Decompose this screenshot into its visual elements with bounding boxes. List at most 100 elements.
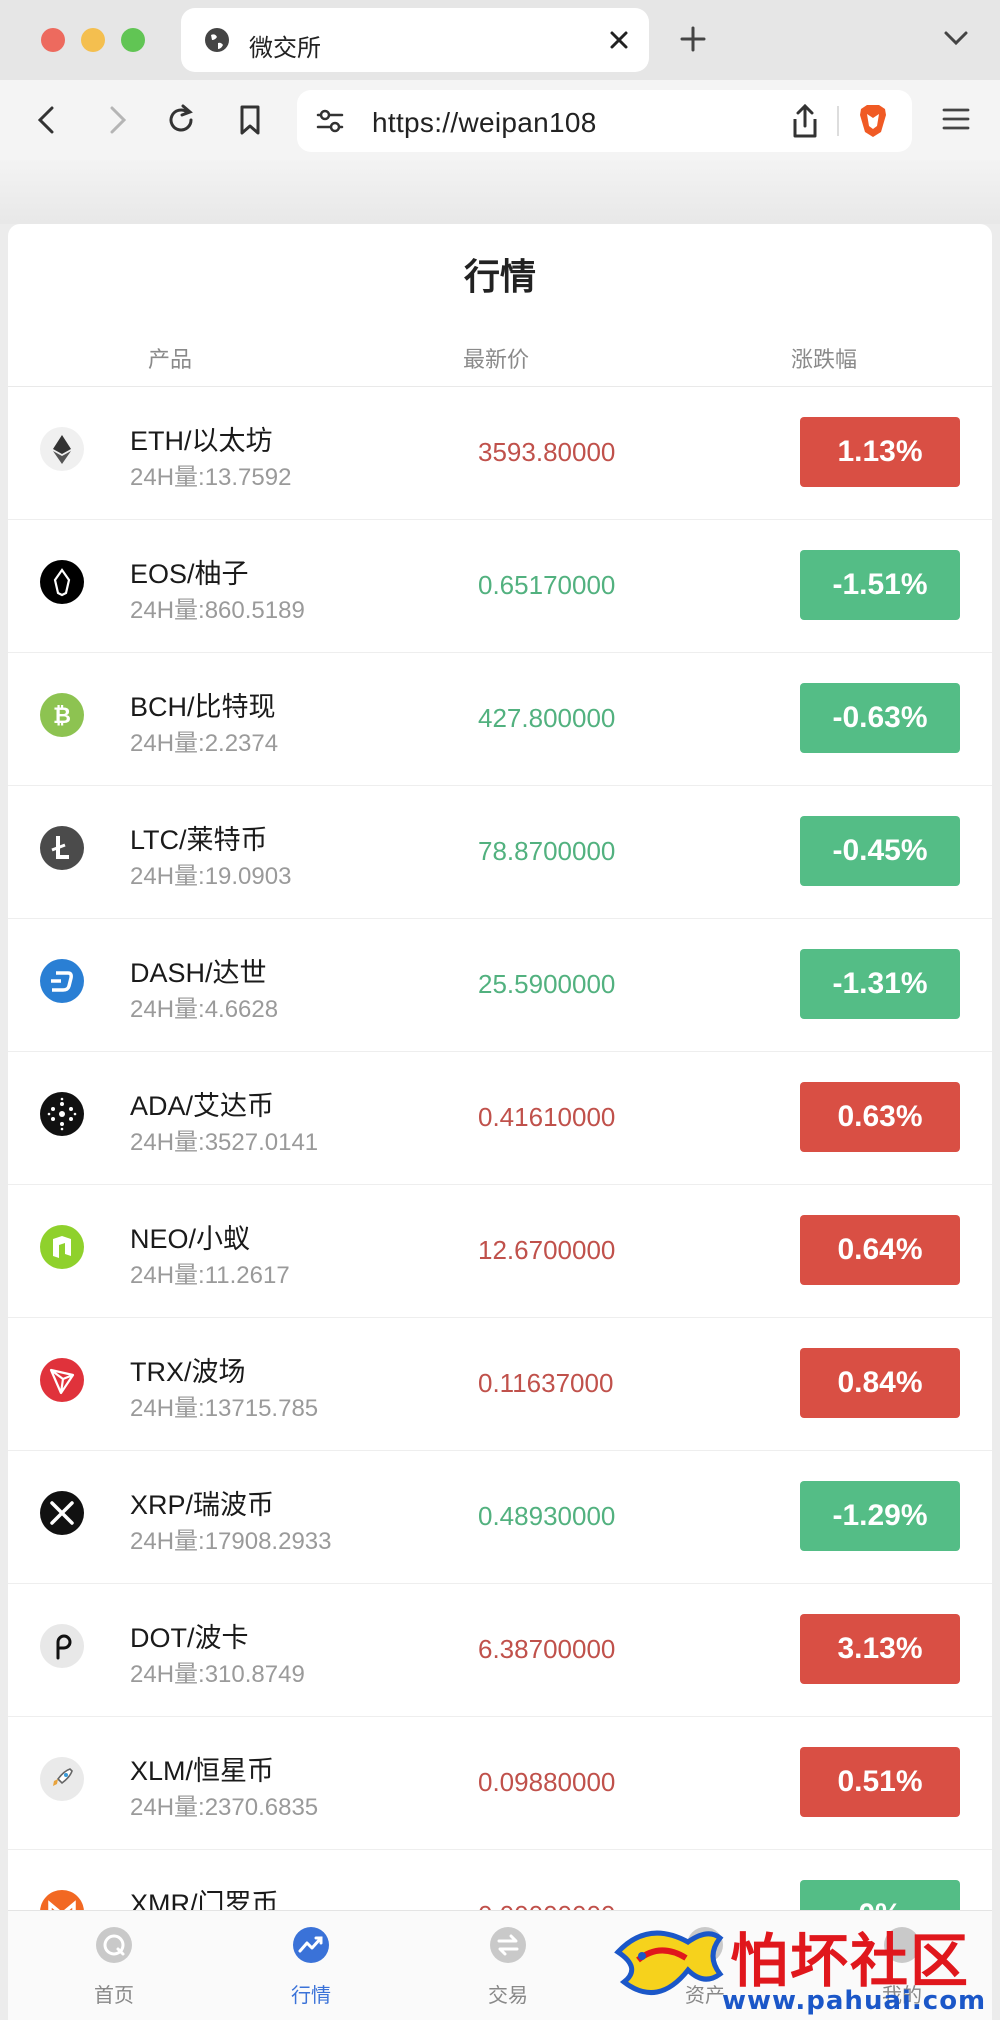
coin-volume: 24H量:3527.0141 [130, 1129, 319, 1156]
coin-price: 12.6700000 [478, 1235, 616, 1265]
browser-tab[interactable]: 微交所 [181, 8, 649, 72]
change-badge[interactable]: 0.51% [800, 1747, 960, 1817]
forward-arrow-icon[interactable] [98, 102, 134, 138]
coin-price: 0.09880000 [478, 1767, 616, 1797]
coin-volume: 24H量:860.5189 [130, 597, 305, 624]
coin-name: XLM/恒星币 [130, 1756, 275, 1786]
bch-icon: ₿ [40, 693, 84, 737]
change-badge[interactable]: -0.63% [800, 683, 960, 753]
close-icon[interactable] [603, 24, 635, 56]
divider [837, 106, 839, 136]
coin-price: 25.5900000 [478, 969, 616, 999]
market-row[interactable]: NEO/小蚁 24H量:11.2617 12.6700000 0.64% [8, 1185, 992, 1318]
coin-price: 0.11637000 [478, 1368, 614, 1398]
coin-name: DASH/达世 [130, 958, 267, 988]
page-top-fade [0, 160, 1000, 224]
xrp-icon [40, 1491, 84, 1535]
nav-label: 首页 [94, 1985, 134, 2007]
reload-icon[interactable] [163, 102, 199, 138]
share-icon[interactable] [787, 102, 823, 140]
market-row[interactable]: XLM/恒星币 24H量:2370.6835 0.09880000 0.51% [8, 1717, 992, 1850]
coin-name: NEO/小蚁 [130, 1224, 251, 1254]
coin-price: 6.38700000 [478, 1634, 616, 1664]
home-icon [96, 1927, 132, 1963]
coin-price: 78.8700000 [478, 836, 616, 866]
market-row[interactable]: EOS/柚子 24H量:860.5189 0.65170000 -1.51% [8, 520, 992, 653]
coin-name: TRX/波场 [130, 1357, 246, 1387]
coin-price: 0.65170000 [478, 570, 616, 600]
nav-item-market[interactable]: 行情 [251, 1911, 371, 2020]
browser-toolbar: https://weipan108 [0, 80, 1000, 160]
market-chart-icon [293, 1927, 329, 1963]
market-row[interactable]: DASH/达世 24H量:4.6628 25.5900000 -1.31% [8, 919, 992, 1052]
back-arrow-icon[interactable] [30, 102, 66, 138]
change-badge[interactable]: 0.64% [800, 1215, 960, 1285]
ada-icon [40, 1092, 84, 1136]
page-title: 行情 [463, 256, 536, 297]
url-text[interactable]: https://weipan108 [372, 107, 597, 139]
new-tab-plus-icon[interactable] [678, 24, 708, 54]
nav-item-home[interactable]: 首页 [54, 1911, 174, 2020]
market-row[interactable]: ₿ BCH/比特现 24H量:2.2374 427.800000 -0.63% [8, 653, 992, 786]
change-badge[interactable]: 3.13% [800, 1614, 960, 1684]
market-row[interactable]: ADA/艾达币 24H量:3527.0141 0.41610000 0.63% [8, 1052, 992, 1185]
brave-shield-icon[interactable] [855, 102, 891, 140]
window-zoom-button[interactable] [121, 28, 145, 52]
change-badge[interactable]: 1.13% [800, 417, 960, 487]
coin-volume: 24H量:4.6628 [130, 996, 279, 1023]
market-row[interactable]: LTC/莱特币 24H量:19.0903 78.8700000 -0.45% [8, 786, 992, 919]
coin-volume: 24H量:2370.6835 [130, 1794, 319, 1821]
coin-name: BCH/比特现 [130, 692, 276, 722]
coin-volume: 24H量:11.2617 [130, 1262, 290, 1289]
bookmark-icon[interactable] [232, 102, 268, 138]
site-settings-icon[interactable] [313, 104, 347, 138]
coin-price: 0.41610000 [478, 1102, 616, 1132]
market-list: ETH/以太坊 24H量:13.7592 3593.80000 1.13% EO… [8, 387, 992, 1983]
dot-icon [40, 1624, 84, 1668]
chevron-down-icon[interactable] [943, 28, 969, 48]
xlm-rocket-icon [40, 1757, 84, 1801]
market-page: 行情 产品 最新价 涨跌幅 ETH/以太坊 24H量:13.7592 3593.… [8, 224, 992, 2020]
nav-label: 行情 [291, 1985, 331, 2007]
eos-icon [40, 560, 84, 604]
coin-name: XRP/瑞波币 [130, 1490, 275, 1520]
coin-volume: 24H量:2.2374 [130, 730, 279, 757]
nav-label: 交易 [488, 1985, 528, 2007]
hamburger-menu-icon[interactable] [940, 104, 972, 134]
trx-icon [40, 1358, 84, 1402]
change-badge[interactable]: 0.84% [800, 1348, 960, 1418]
globe-icon [205, 28, 229, 52]
change-badge[interactable]: -0.45% [800, 816, 960, 886]
ltc-icon [40, 826, 84, 870]
coin-volume: 24H量:310.8749 [130, 1661, 305, 1688]
market-row[interactable]: DOT/波卡 24H量:310.8749 6.38700000 3.13% [8, 1584, 992, 1717]
change-badge[interactable]: -1.51% [800, 550, 960, 620]
column-header-price: 最新价 [463, 347, 530, 372]
coin-name: ETH/以太坊 [130, 426, 273, 456]
coin-name: ADA/艾达币 [130, 1091, 275, 1121]
browser-tab-bar: 微交所 [0, 0, 1000, 80]
coin-name: DOT/波卡 [130, 1623, 249, 1653]
coin-volume: 24H量:13.7592 [130, 464, 292, 491]
market-row[interactable]: ETH/以太坊 24H量:13.7592 3593.80000 1.13% [8, 387, 992, 520]
dash-icon [40, 959, 84, 1003]
coin-volume: 24H量:13715.785 [130, 1395, 319, 1422]
window-minimize-button[interactable] [81, 28, 105, 52]
coin-name: LTC/莱特币 [130, 825, 268, 855]
coin-volume: 24H量:19.0903 [130, 863, 292, 890]
change-badge[interactable]: -1.31% [800, 949, 960, 1019]
coin-price: 0.48930000 [478, 1501, 616, 1531]
market-row[interactable]: TRX/波场 24H量:13715.785 0.11637000 0.84% [8, 1318, 992, 1451]
neo-icon [40, 1225, 84, 1269]
window-close-button[interactable] [41, 28, 65, 52]
coin-volume: 24H量:17908.2933 [130, 1528, 332, 1555]
change-badge[interactable]: 0.63% [800, 1082, 960, 1152]
change-badge[interactable]: -1.29% [800, 1481, 960, 1551]
market-row[interactable]: XRP/瑞波币 24H量:17908.2933 0.48930000 -1.29… [8, 1451, 992, 1584]
coin-price: 427.800000 [478, 703, 616, 733]
coin-price: 3593.80000 [478, 437, 616, 467]
nav-item-trade[interactable]: 交易 [448, 1911, 568, 2020]
address-bar[interactable]: https://weipan108 [297, 90, 912, 152]
watermark-url: www.pahuai.com [722, 1986, 987, 2016]
trade-exchange-icon [490, 1927, 526, 1963]
